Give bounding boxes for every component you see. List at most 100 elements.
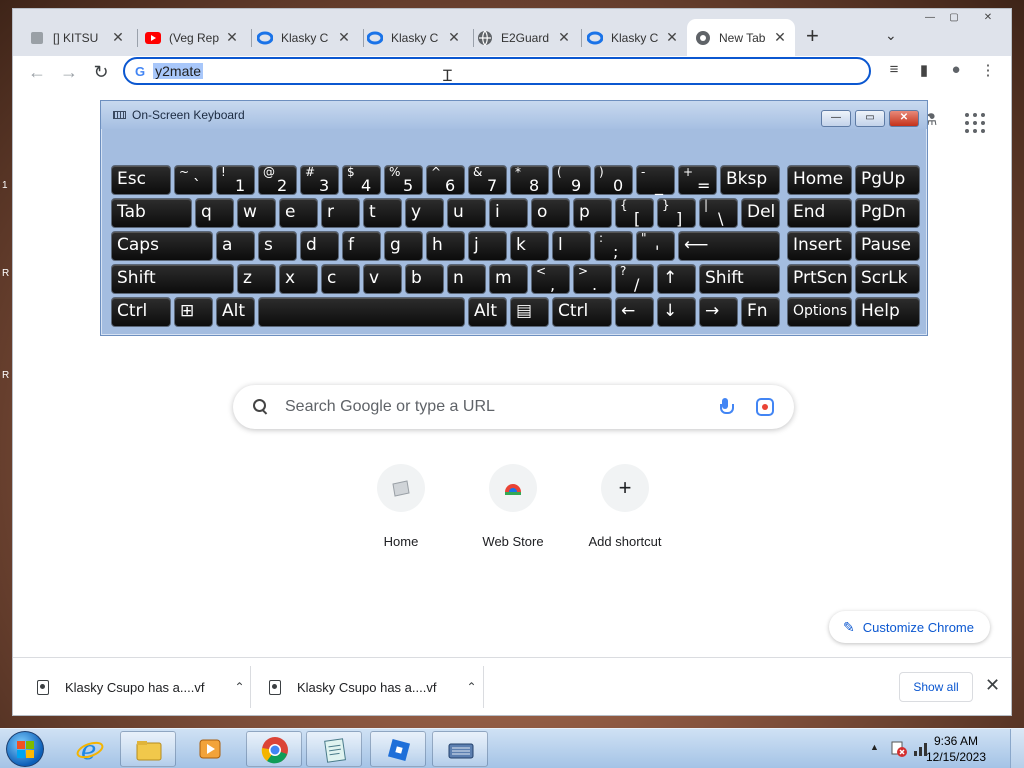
- key-s[interactable]: s: [258, 231, 297, 261]
- key-bksp[interactable]: Bksp: [720, 165, 780, 195]
- reload-button[interactable]: ↻: [91, 62, 111, 82]
- tab-kitsu[interactable]: [] KITSU ✕: [21, 19, 133, 56]
- taskbar-notepad[interactable]: [306, 731, 362, 767]
- osk-restore-button[interactable]: ▭: [855, 110, 885, 127]
- key-up[interactable]: ↑: [657, 264, 696, 294]
- menu-icon[interactable]: ⋮: [978, 61, 998, 79]
- key-backtick[interactable]: ~ `: [174, 165, 213, 195]
- media-control-icon[interactable]: ≡: [884, 61, 904, 78]
- key-k[interactable]: k: [510, 231, 549, 261]
- key-prtscn[interactable]: PrtScn: [787, 264, 852, 294]
- key-z[interactable]: z: [237, 264, 276, 294]
- address-bar-text[interactable]: y2mate: [153, 63, 204, 79]
- key-d[interactable]: d: [300, 231, 339, 261]
- taskbar-roblox[interactable]: [370, 731, 426, 767]
- key-5[interactable]: % 5: [384, 165, 423, 195]
- chevron-up-icon[interactable]: ⌃: [466, 680, 476, 694]
- start-button[interactable]: [6, 731, 44, 767]
- key-lshift[interactable]: Shift: [111, 264, 234, 294]
- show-all-downloads-button[interactable]: Show all: [899, 672, 973, 702]
- key-rbracket[interactable]: }]: [657, 198, 696, 228]
- apps-grid-icon[interactable]: [965, 113, 985, 133]
- key-end[interactable]: End: [787, 198, 852, 228]
- key-menu[interactable]: ▤: [510, 297, 549, 327]
- key-del[interactable]: Del: [741, 198, 780, 228]
- taskbar-chrome[interactable]: [246, 731, 302, 767]
- key-options[interactable]: Options: [787, 297, 852, 327]
- show-hidden-icons-button[interactable]: ▲: [870, 742, 879, 752]
- key-minus[interactable]: - _: [636, 165, 675, 195]
- tab-klasky-3[interactable]: Klasky C ✕: [579, 19, 687, 56]
- key-f[interactable]: f: [342, 231, 381, 261]
- key-tab[interactable]: Tab: [111, 198, 192, 228]
- google-lens-icon[interactable]: [756, 398, 774, 416]
- tab-klasky-2[interactable]: Klasky C ✕: [359, 19, 469, 56]
- key-o[interactable]: o: [531, 198, 570, 228]
- close-downloads-icon[interactable]: ✕: [985, 675, 1000, 696]
- key-left[interactable]: ←: [615, 297, 654, 327]
- key-slash[interactable]: ? /: [615, 264, 654, 294]
- key-v[interactable]: v: [363, 264, 402, 294]
- tab-close-icon[interactable]: ✕: [557, 29, 571, 46]
- minimize-button[interactable]: —: [919, 12, 941, 26]
- taskbar-ie[interactable]: e: [62, 731, 118, 767]
- shortcut-add[interactable]: + Add shortcut: [575, 464, 675, 549]
- side-panel-icon[interactable]: ▮: [914, 61, 934, 79]
- show-desktop-button[interactable]: [1010, 729, 1024, 768]
- key-quote[interactable]: " ': [636, 231, 675, 261]
- key-down[interactable]: ↓: [657, 297, 696, 327]
- close-window-button[interactable]: ✕: [977, 12, 999, 26]
- key-comma[interactable]: <,: [531, 264, 570, 294]
- key-u[interactable]: u: [447, 198, 486, 228]
- shortcut-web-store[interactable]: Web Store: [463, 464, 563, 549]
- tab-klasky-1[interactable]: Klasky C ✕: [249, 19, 359, 56]
- key-pgup[interactable]: PgUp: [855, 165, 920, 195]
- key-i[interactable]: i: [489, 198, 528, 228]
- key-home[interactable]: Home: [787, 165, 852, 195]
- key-rshift[interactable]: Shift: [699, 264, 780, 294]
- microphone-icon[interactable]: [720, 398, 734, 416]
- key-fn[interactable]: Fn: [741, 297, 780, 327]
- key-scrlk[interactable]: ScrLk: [855, 264, 920, 294]
- key-l[interactable]: l: [552, 231, 591, 261]
- action-center-flag-icon[interactable]: [890, 740, 908, 758]
- key-semicolon[interactable]: :;: [594, 231, 633, 261]
- key-j[interactable]: j: [468, 231, 507, 261]
- osk-minimize-button[interactable]: —: [821, 110, 851, 127]
- new-tab-button[interactable]: +: [806, 25, 819, 47]
- key-period[interactable]: >.: [573, 264, 612, 294]
- chevron-up-icon[interactable]: ⌃: [234, 680, 244, 694]
- key-lalt[interactable]: Alt: [216, 297, 255, 327]
- back-button[interactable]: ←: [27, 62, 47, 82]
- key-2[interactable]: @2: [258, 165, 297, 195]
- tab-close-icon[interactable]: ✕: [773, 29, 787, 46]
- key-6[interactable]: ^ 6: [426, 165, 465, 195]
- shortcut-home[interactable]: Home: [351, 464, 451, 549]
- key-backslash[interactable]: | \: [699, 198, 738, 228]
- tab-close-icon[interactable]: ✕: [337, 29, 351, 46]
- key-r[interactable]: r: [321, 198, 360, 228]
- address-bar[interactable]: G y2mate: [123, 57, 871, 85]
- ntp-search-box[interactable]: Search Google or type a URL: [233, 385, 794, 429]
- key-8[interactable]: * 8: [510, 165, 549, 195]
- customize-chrome-button[interactable]: ✎ Customize Chrome: [829, 611, 990, 643]
- key-b[interactable]: b: [405, 264, 444, 294]
- key-caps[interactable]: Caps: [111, 231, 213, 261]
- download-item[interactable]: Klasky Csupo has a....vf ⌃: [37, 658, 245, 715]
- key-right[interactable]: →: [699, 297, 738, 327]
- key-insert[interactable]: Insert: [787, 231, 852, 261]
- tab-youtube[interactable]: (Veg Rep ✕: [137, 19, 247, 56]
- key-4[interactable]: $4: [342, 165, 381, 195]
- key-t[interactable]: t: [363, 198, 402, 228]
- tab-new-tab[interactable]: New Tab ✕: [687, 19, 795, 56]
- key-h[interactable]: h: [426, 231, 465, 261]
- forward-button[interactable]: →: [59, 62, 79, 82]
- tab-close-icon[interactable]: ✕: [665, 29, 679, 46]
- key-y[interactable]: y: [405, 198, 444, 228]
- key-g[interactable]: g: [384, 231, 423, 261]
- key-esc[interactable]: Esc: [111, 165, 171, 195]
- tab-close-icon[interactable]: ✕: [447, 29, 461, 46]
- taskbar-media-player[interactable]: [182, 731, 238, 767]
- osk-title-bar[interactable]: On-Screen Keyboard — ▭ ✕: [101, 101, 927, 129]
- key-0[interactable]: ) 0: [594, 165, 633, 195]
